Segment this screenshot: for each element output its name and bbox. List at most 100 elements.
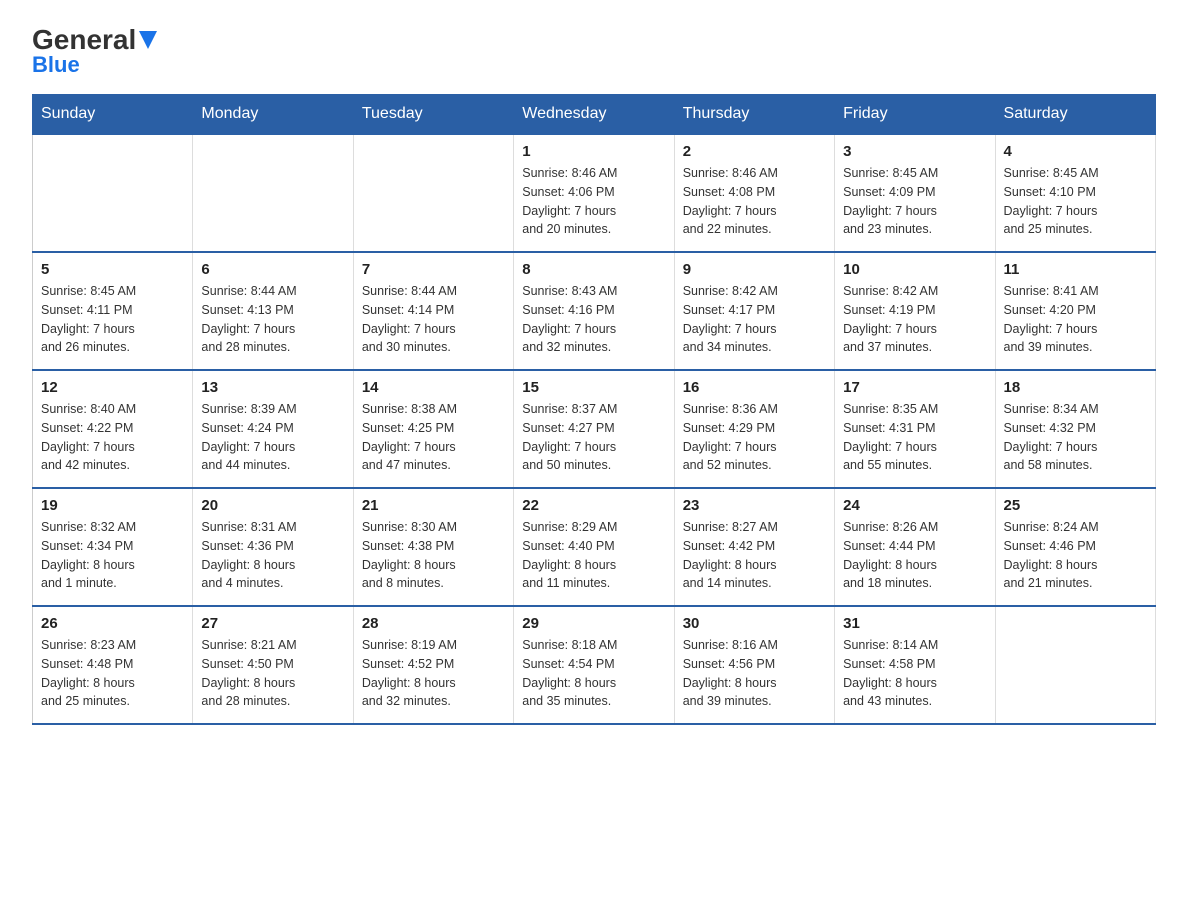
day-info: Sunrise: 8:42 AMSunset: 4:19 PMDaylight:… (843, 282, 986, 357)
day-info: Sunrise: 8:35 AMSunset: 4:31 PMDaylight:… (843, 400, 986, 475)
day-info: Sunrise: 8:41 AMSunset: 4:20 PMDaylight:… (1004, 282, 1147, 357)
day-info: Sunrise: 8:26 AMSunset: 4:44 PMDaylight:… (843, 518, 986, 593)
day-number: 17 (843, 379, 986, 396)
day-info: Sunrise: 8:45 AMSunset: 4:09 PMDaylight:… (843, 164, 986, 239)
day-number: 15 (522, 379, 665, 396)
day-info: Sunrise: 8:38 AMSunset: 4:25 PMDaylight:… (362, 400, 505, 475)
calendar-cell: 23 Sunrise: 8:27 AMSunset: 4:42 PMDayligh… (674, 488, 834, 606)
day-info: Sunrise: 8:45 AMSunset: 4:10 PMDaylight:… (1004, 164, 1147, 239)
day-number: 10 (843, 261, 986, 278)
column-header-wednesday: Wednesday (514, 95, 674, 135)
calendar-cell: 10 Sunrise: 8:42 AMSunset: 4:19 PMDayligh… (835, 252, 995, 370)
calendar-table: SundayMondayTuesdayWednesdayThursdayFrid… (32, 94, 1156, 725)
calendar-cell: 25Sunrise: 8:24 AMSunset: 4:46 PMDayligh… (995, 488, 1155, 606)
calendar-cell: 12 Sunrise: 8:40 AMSunset: 4:22 PMDayligh… (33, 370, 193, 488)
calendar-cell (33, 134, 193, 252)
column-header-saturday: Saturday (995, 95, 1155, 135)
day-number: 20 (201, 497, 344, 514)
calendar-week-row: 1 Sunrise: 8:46 AMSunset: 4:06 PMDaylight… (33, 134, 1156, 252)
calendar-cell: 3 Sunrise: 8:45 AMSunset: 4:09 PMDaylight… (835, 134, 995, 252)
column-header-friday: Friday (835, 95, 995, 135)
day-info: Sunrise: 8:36 AMSunset: 4:29 PMDaylight:… (683, 400, 826, 475)
day-info: Sunrise: 8:23 AMSunset: 4:48 PMDaylight:… (41, 636, 184, 711)
day-number: 6 (201, 261, 344, 278)
day-info: Sunrise: 8:21 AMSunset: 4:50 PMDaylight:… (201, 636, 344, 711)
day-number: 1 (522, 143, 665, 160)
day-number: 7 (362, 261, 505, 278)
calendar-cell (193, 134, 353, 252)
logo-blue-text: Blue (32, 52, 80, 78)
day-number: 25 (1004, 497, 1147, 514)
calendar-cell: 7 Sunrise: 8:44 AMSunset: 4:14 PMDaylight… (353, 252, 513, 370)
day-number: 24 (843, 497, 986, 514)
day-number: 21 (362, 497, 505, 514)
day-number: 27 (201, 615, 344, 632)
calendar-week-row: 19 Sunrise: 8:32 AMSunset: 4:34 PMDayligh… (33, 488, 1156, 606)
day-number: 2 (683, 143, 826, 160)
day-number: 16 (683, 379, 826, 396)
calendar-cell: 5 Sunrise: 8:45 AMSunset: 4:11 PMDaylight… (33, 252, 193, 370)
column-header-tuesday: Tuesday (353, 95, 513, 135)
logo: General Blue (32, 24, 157, 78)
calendar-cell: 8 Sunrise: 8:43 AMSunset: 4:16 PMDaylight… (514, 252, 674, 370)
calendar-cell: 28 Sunrise: 8:19 AMSunset: 4:52 PMDayligh… (353, 606, 513, 724)
day-number: 31 (843, 615, 986, 632)
day-number: 8 (522, 261, 665, 278)
day-number: 9 (683, 261, 826, 278)
calendar-cell: 14 Sunrise: 8:38 AMSunset: 4:25 PMDayligh… (353, 370, 513, 488)
day-info: Sunrise: 8:45 AMSunset: 4:11 PMDaylight:… (41, 282, 184, 357)
day-info: Sunrise: 8:46 AMSunset: 4:08 PMDaylight:… (683, 164, 826, 239)
day-info: Sunrise: 8:29 AMSunset: 4:40 PMDaylight:… (522, 518, 665, 593)
column-header-thursday: Thursday (674, 95, 834, 135)
day-info: Sunrise: 8:46 AMSunset: 4:06 PMDaylight:… (522, 164, 665, 239)
day-info: Sunrise: 8:27 AMSunset: 4:42 PMDaylight:… (683, 518, 826, 593)
calendar-week-row: 26 Sunrise: 8:23 AMSunset: 4:48 PMDayligh… (33, 606, 1156, 724)
day-number: 11 (1004, 261, 1147, 278)
calendar-cell: 15 Sunrise: 8:37 AMSunset: 4:27 PMDayligh… (514, 370, 674, 488)
day-number: 13 (201, 379, 344, 396)
calendar-cell: 6 Sunrise: 8:44 AMSunset: 4:13 PMDaylight… (193, 252, 353, 370)
day-info: Sunrise: 8:44 AMSunset: 4:13 PMDaylight:… (201, 282, 344, 357)
day-number: 23 (683, 497, 826, 514)
calendar-header-row: SundayMondayTuesdayWednesdayThursdayFrid… (33, 95, 1156, 135)
calendar-cell: 19 Sunrise: 8:32 AMSunset: 4:34 PMDayligh… (33, 488, 193, 606)
calendar-cell: 26 Sunrise: 8:23 AMSunset: 4:48 PMDayligh… (33, 606, 193, 724)
calendar-cell: 13 Sunrise: 8:39 AMSunset: 4:24 PMDayligh… (193, 370, 353, 488)
day-info: Sunrise: 8:37 AMSunset: 4:27 PMDaylight:… (522, 400, 665, 475)
day-number: 14 (362, 379, 505, 396)
calendar-cell: 18 Sunrise: 8:34 AMSunset: 4:32 PMDayligh… (995, 370, 1155, 488)
logo-arrow-icon (139, 31, 157, 54)
day-number: 26 (41, 615, 184, 632)
day-number: 19 (41, 497, 184, 514)
day-info: Sunrise: 8:42 AMSunset: 4:17 PMDaylight:… (683, 282, 826, 357)
day-info: Sunrise: 8:39 AMSunset: 4:24 PMDaylight:… (201, 400, 344, 475)
day-info: Sunrise: 8:31 AMSunset: 4:36 PMDaylight:… (201, 518, 344, 593)
calendar-cell: 21 Sunrise: 8:30 AMSunset: 4:38 PMDayligh… (353, 488, 513, 606)
day-info: Sunrise: 8:40 AMSunset: 4:22 PMDaylight:… (41, 400, 184, 475)
day-number: 30 (683, 615, 826, 632)
day-number: 5 (41, 261, 184, 278)
day-info: Sunrise: 8:19 AMSunset: 4:52 PMDaylight:… (362, 636, 505, 711)
page-header: General Blue (32, 24, 1156, 78)
day-number: 3 (843, 143, 986, 160)
day-info: Sunrise: 8:43 AMSunset: 4:16 PMDaylight:… (522, 282, 665, 357)
day-info: Sunrise: 8:30 AMSunset: 4:38 PMDaylight:… (362, 518, 505, 593)
day-number: 18 (1004, 379, 1147, 396)
day-info: Sunrise: 8:44 AMSunset: 4:14 PMDaylight:… (362, 282, 505, 357)
calendar-cell (995, 606, 1155, 724)
calendar-cell: 17 Sunrise: 8:35 AMSunset: 4:31 PMDayligh… (835, 370, 995, 488)
calendar-cell: 2 Sunrise: 8:46 AMSunset: 4:08 PMDaylight… (674, 134, 834, 252)
day-number: 12 (41, 379, 184, 396)
calendar-cell: 30Sunrise: 8:16 AMSunset: 4:56 PMDayligh… (674, 606, 834, 724)
day-number: 29 (522, 615, 665, 632)
calendar-cell: 27 Sunrise: 8:21 AMSunset: 4:50 PMDayligh… (193, 606, 353, 724)
calendar-cell: 22Sunrise: 8:29 AMSunset: 4:40 PMDayligh… (514, 488, 674, 606)
calendar-week-row: 12 Sunrise: 8:40 AMSunset: 4:22 PMDayligh… (33, 370, 1156, 488)
calendar-cell: 9 Sunrise: 8:42 AMSunset: 4:17 PMDaylight… (674, 252, 834, 370)
day-info: Sunrise: 8:32 AMSunset: 4:34 PMDaylight:… (41, 518, 184, 593)
calendar-week-row: 5 Sunrise: 8:45 AMSunset: 4:11 PMDaylight… (33, 252, 1156, 370)
day-number: 28 (362, 615, 505, 632)
calendar-cell: 11 Sunrise: 8:41 AMSunset: 4:20 PMDayligh… (995, 252, 1155, 370)
calendar-cell: 16 Sunrise: 8:36 AMSunset: 4:29 PMDayligh… (674, 370, 834, 488)
day-info: Sunrise: 8:34 AMSunset: 4:32 PMDaylight:… (1004, 400, 1147, 475)
